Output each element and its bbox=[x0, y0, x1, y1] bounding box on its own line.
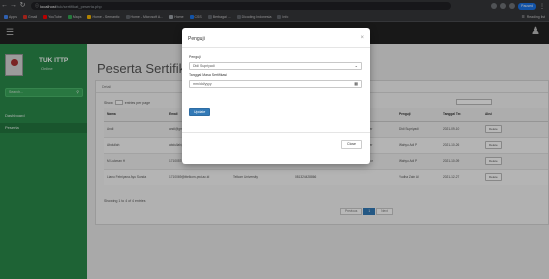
penguji-select[interactable]: Didi Supriyadi ⌄ bbox=[189, 62, 362, 70]
tanggal-label: Tanggal Masa Sertifikasi bbox=[189, 73, 227, 77]
modal-backdrop[interactable]: Penguji × Penguji Didi Supriyadi ⌄ Tangg… bbox=[0, 0, 549, 279]
calendar-icon[interactable]: ▦ bbox=[354, 81, 358, 87]
penguji-modal: Penguji × Penguji Didi Supriyadi ⌄ Tangg… bbox=[182, 28, 370, 164]
update-button[interactable]: Update bbox=[189, 108, 211, 116]
chevron-down-icon: ⌄ bbox=[354, 63, 358, 68]
divider bbox=[182, 47, 370, 48]
penguji-selected-value: Didi Supriyadi bbox=[193, 64, 215, 68]
tanggal-date-input[interactable]: mm/dd/yyyy ▦ bbox=[189, 80, 362, 88]
modal-title: Penguji bbox=[188, 36, 205, 42]
date-placeholder: mm/dd/yyyy bbox=[193, 82, 212, 86]
close-button[interactable]: Close bbox=[341, 140, 362, 149]
close-icon[interactable]: × bbox=[360, 35, 364, 41]
penguji-label: Penguji bbox=[189, 55, 201, 59]
divider bbox=[182, 132, 370, 133]
